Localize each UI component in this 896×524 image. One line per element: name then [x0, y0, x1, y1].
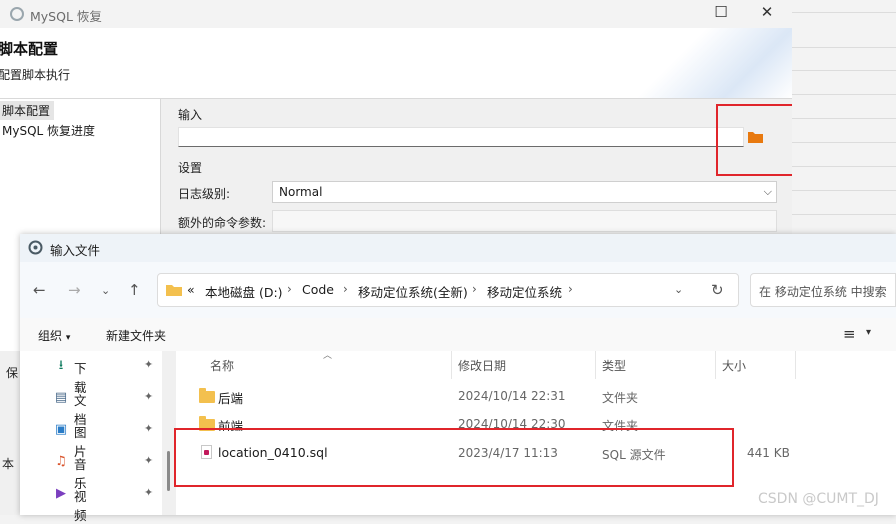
- page-subtitle: 配置脚本执行: [0, 68, 71, 82]
- pin-icon[interactable]: ✦: [144, 390, 153, 403]
- organize-label: 组织: [38, 329, 63, 343]
- breadcrumb-item[interactable]: 本地磁盘 (D:): [205, 282, 283, 301]
- divider: [792, 12, 896, 13]
- file-size: 441 KB: [747, 446, 790, 460]
- file-modified: 2024/10/14 22:31: [458, 389, 566, 403]
- pin-icon[interactable]: ✦: [144, 454, 153, 467]
- search-input[interactable]: 在 移动定位系统 中搜索: [750, 273, 896, 307]
- divider: [792, 94, 896, 95]
- breadcrumb-item[interactable]: Code: [302, 282, 334, 297]
- divider: [792, 142, 896, 143]
- settings-group-label: 设置: [178, 161, 203, 175]
- extra-args-label: 额外的命令参数:: [178, 216, 267, 230]
- organize-button[interactable]: 组织 ▾: [38, 327, 70, 344]
- nav-item-script-config[interactable]: 脚本配置: [0, 101, 55, 120]
- fragment-text: 保: [6, 366, 19, 380]
- log-level-select[interactable]: Normal ⌵: [272, 181, 777, 203]
- folder-icon: [199, 388, 215, 403]
- input-file-field[interactable]: [178, 127, 744, 147]
- folder-icon: [166, 285, 182, 296]
- window-title: MySQL 恢复: [30, 9, 102, 24]
- divider: [792, 214, 896, 215]
- breadcrumb-item[interactable]: 移动定位系统: [487, 282, 562, 301]
- highlight-box-sql-file: [174, 428, 734, 487]
- dialog-titlebar: 输入文件: [20, 234, 896, 262]
- breadcrumb-separator-icon[interactable]: ›: [472, 282, 477, 296]
- forward-arrow-icon[interactable]: →: [68, 281, 81, 299]
- column-header-modified[interactable]: 修改日期: [458, 357, 506, 374]
- command-bar: 组织 ▾ 新建文件夹 ≡ ▾: [20, 318, 896, 352]
- extra-args-field[interactable]: [272, 210, 777, 232]
- chevron-down-icon: ⌵: [763, 185, 772, 198]
- pin-icon[interactable]: ✦: [144, 486, 153, 499]
- up-arrow-icon[interactable]: ↑: [128, 281, 141, 299]
- divider: [792, 118, 896, 119]
- dialog-title: 输入文件: [50, 243, 101, 258]
- close-button[interactable]: ✕: [752, 3, 782, 21]
- column-header-name[interactable]: 名称: [210, 357, 234, 374]
- column-divider[interactable]: [595, 351, 596, 379]
- column-divider[interactable]: [451, 351, 452, 379]
- watermark: CSDN @CUMT_DJ: [758, 491, 879, 507]
- recent-locations-chevron-icon[interactable]: ⌄: [101, 284, 110, 297]
- pin-icon[interactable]: ✦: [144, 422, 153, 435]
- app-icon: [28, 240, 43, 255]
- page-title: 脚本配置: [0, 40, 59, 58]
- sort-ascending-icon: ︿: [323, 351, 333, 361]
- column-header-type[interactable]: 类型: [602, 357, 626, 374]
- log-level-value: Normal: [279, 185, 323, 199]
- download-icon: ⭳: [58, 358, 64, 373]
- video-icon: ▶: [56, 486, 66, 501]
- divider: [792, 70, 896, 71]
- view-options-icon[interactable]: ≡: [843, 325, 856, 343]
- maximize-button[interactable]: ☐: [706, 3, 736, 21]
- divider: [792, 190, 896, 191]
- scrollbar-thumb[interactable]: [167, 451, 170, 491]
- navigation-pane: [20, 351, 162, 515]
- file-row[interactable]: 后端 2024/10/14 22:31 文件夹: [177, 383, 896, 409]
- divider: [792, 47, 896, 48]
- wizard-header: 脚本配置 配置脚本执行: [0, 28, 792, 99]
- file-type: 文件夹: [602, 391, 639, 405]
- window-titlebar: MySQL 恢复 ☐ ✕: [0, 0, 792, 28]
- picture-icon: ▣: [54, 422, 68, 437]
- nav-item-label: 视频: [74, 489, 87, 523]
- breadcrumb-item[interactable]: 移动定位系统(全新): [358, 282, 468, 301]
- fragment-text: 本: [2, 457, 15, 471]
- breadcrumb-separator-icon[interactable]: ›: [343, 282, 348, 296]
- breadcrumb-separator-icon[interactable]: ›: [568, 282, 573, 296]
- refresh-icon[interactable]: ↻: [711, 281, 724, 299]
- music-icon: ♫: [55, 454, 67, 469]
- chevron-down-icon[interactable]: ▾: [866, 327, 871, 338]
- input-group-label: 输入: [178, 108, 203, 122]
- breadcrumb-separator-icon[interactable]: ›: [287, 282, 292, 296]
- column-divider[interactable]: [715, 351, 716, 379]
- app-icon: [10, 7, 24, 21]
- file-name: 后端: [218, 391, 244, 406]
- divider: [792, 166, 896, 167]
- back-arrow-icon[interactable]: ←: [33, 281, 46, 299]
- chevron-down-icon[interactable]: ⌄: [674, 283, 683, 296]
- column-divider[interactable]: [795, 351, 796, 379]
- column-header-size[interactable]: 大小: [722, 357, 746, 374]
- adjacent-window: [792, 0, 896, 240]
- pin-icon[interactable]: ✦: [144, 358, 153, 371]
- breadcrumb-overflow[interactable]: «: [187, 282, 195, 297]
- nav-item-restore-progress[interactable]: MySQL 恢复进度: [0, 121, 99, 140]
- document-icon: ▤: [54, 390, 68, 405]
- new-folder-button[interactable]: 新建文件夹: [106, 327, 166, 344]
- log-level-label: 日志级别:: [178, 187, 231, 201]
- chevron-down-icon: ▾: [65, 333, 71, 343]
